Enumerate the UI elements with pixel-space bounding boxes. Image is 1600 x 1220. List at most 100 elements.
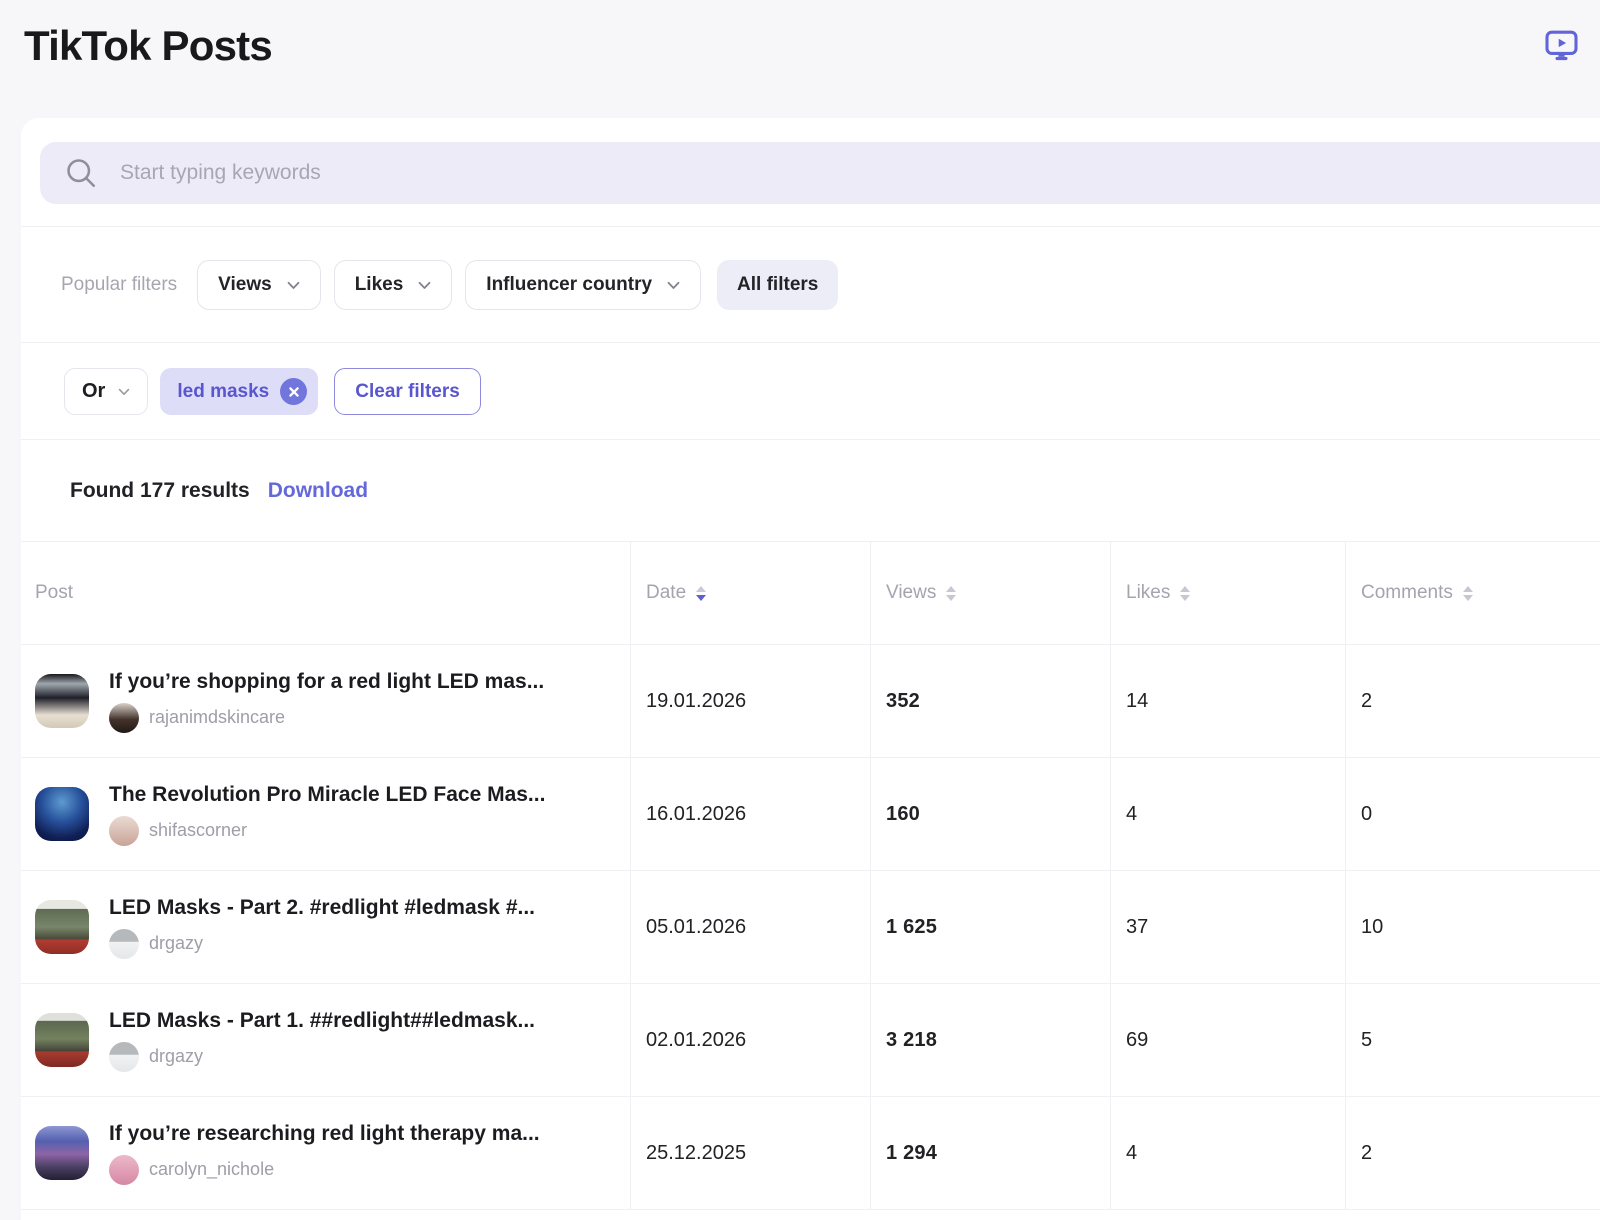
post-cell: The Revolution Pro Miracle LED Face Mas.… <box>21 758 630 870</box>
sort-icon[interactable] <box>696 586 706 601</box>
sort-icon[interactable] <box>1463 586 1473 601</box>
likes-cell: 4 <box>1110 1097 1345 1209</box>
post-info: LED Masks - Part 2. #redlight #ledmask #… <box>109 896 535 959</box>
date-cell: 16.01.2026 <box>630 758 870 870</box>
post-title[interactable]: If you’re shopping for a red light LED m… <box>109 670 544 694</box>
post-info: If you’re shopping for a red light LED m… <box>109 670 544 733</box>
post-title[interactable]: The Revolution Pro Miracle LED Face Mas.… <box>109 783 545 807</box>
avatar <box>109 1042 139 1072</box>
post-author[interactable]: drgazy <box>109 1042 535 1072</box>
search-icon <box>64 156 98 190</box>
comments-cell: 2 <box>1345 1097 1600 1209</box>
avatar <box>109 703 139 733</box>
keyword-chip[interactable]: led masks <box>160 368 318 415</box>
post-title[interactable]: LED Masks - Part 1. ##redlight##ledmask.… <box>109 1009 535 1033</box>
date-cell: 25.12.2025 <box>630 1097 870 1209</box>
username: drgazy <box>149 933 203 954</box>
operator-label: Or <box>82 380 105 403</box>
clear-filters-button[interactable]: Clear filters <box>334 368 481 415</box>
comments-cell: 2 <box>1345 645 1600 757</box>
date-cell: 02.01.2026 <box>630 984 870 1096</box>
post-cell: LED Masks - Part 2. #redlight #ledmask #… <box>21 871 630 983</box>
table-row: If you’re shopping for a red light LED m… <box>21 645 1600 758</box>
views-cell: 352 <box>870 645 1110 757</box>
username: rajanimdskincare <box>149 707 285 728</box>
results-row: Found 177 results Download <box>21 440 1600 541</box>
table-header: Post Date Views Likes Comments <box>21 542 1600 645</box>
date-cell: 05.01.2026 <box>630 871 870 983</box>
likes-filter-dropdown[interactable]: Likes <box>334 260 453 310</box>
post-thumbnail[interactable] <box>35 1126 89 1180</box>
chevron-down-icon <box>118 388 130 396</box>
post-title[interactable]: LED Masks - Part 2. #redlight #ledmask #… <box>109 896 535 920</box>
influencer-country-filter-label: Influencer country <box>486 274 652 296</box>
x-icon <box>288 386 300 398</box>
views-cell: 1 625 <box>870 871 1110 983</box>
post-info: LED Masks - Part 1. ##redlight##ledmask.… <box>109 1009 535 1072</box>
comments-cell: 5 <box>1345 984 1600 1096</box>
page-title: TikTok Posts <box>24 22 272 70</box>
table-row: LED Masks - Part 2. #redlight #ledmask #… <box>21 871 1600 984</box>
post-thumbnail[interactable] <box>35 900 89 954</box>
keyword-chip-label: led masks <box>177 381 269 403</box>
likes-filter-label: Likes <box>355 274 404 296</box>
post-author[interactable]: rajanimdskincare <box>109 703 544 733</box>
remove-keyword-icon[interactable] <box>280 378 307 405</box>
username: drgazy <box>149 1046 203 1067</box>
all-filters-button[interactable]: All filters <box>717 260 838 310</box>
chevron-down-icon <box>667 281 680 290</box>
post-author[interactable]: shifascorner <box>109 816 545 846</box>
avatar <box>109 816 139 846</box>
views-cell: 1 294 <box>870 1097 1110 1209</box>
post-info: If you’re researching red light therapy … <box>109 1122 540 1185</box>
chevron-down-icon <box>287 281 300 290</box>
username: shifascorner <box>149 820 247 841</box>
content-card: Popular filters Views Likes Influencer c… <box>21 118 1600 1220</box>
post-cell: If you’re researching red light therapy … <box>21 1097 630 1209</box>
username: carolyn_nichole <box>149 1159 274 1180</box>
date-cell: 19.01.2026 <box>630 645 870 757</box>
column-header-comments[interactable]: Comments <box>1345 542 1600 644</box>
sort-icon[interactable] <box>946 586 956 601</box>
post-cell: If you’re shopping for a red light LED m… <box>21 645 630 757</box>
search-input[interactable] <box>120 142 1600 204</box>
popular-filters-label: Popular filters <box>61 274 177 296</box>
operator-dropdown[interactable]: Or <box>64 368 148 415</box>
table-row: The Revolution Pro Miracle LED Face Mas.… <box>21 758 1600 871</box>
keyword-search-bar[interactable] <box>40 142 1600 204</box>
table-row: If you’re researching red light therapy … <box>21 1097 1600 1210</box>
post-thumbnail[interactable] <box>35 787 89 841</box>
chevron-down-icon <box>418 281 431 290</box>
post-thumbnail[interactable] <box>35 674 89 728</box>
avatar <box>109 929 139 959</box>
monitor-play-icon <box>1543 26 1580 63</box>
likes-cell: 4 <box>1110 758 1345 870</box>
post-author[interactable]: carolyn_nichole <box>109 1155 540 1185</box>
post-thumbnail[interactable] <box>35 1013 89 1067</box>
views-filter-dropdown[interactable]: Views <box>197 260 321 310</box>
popular-filters-row: Popular filters Views Likes Influencer c… <box>21 227 1600 342</box>
column-header-post: Post <box>21 542 630 644</box>
post-cell: LED Masks - Part 1. ##redlight##ledmask.… <box>21 984 630 1096</box>
download-link[interactable]: Download <box>268 479 368 503</box>
post-author[interactable]: drgazy <box>109 929 535 959</box>
posts-table: Post Date Views Likes Comments <box>21 541 1600 1210</box>
influencer-country-filter-dropdown[interactable]: Influencer country <box>465 260 701 310</box>
likes-cell: 14 <box>1110 645 1345 757</box>
post-info: The Revolution Pro Miracle LED Face Mas.… <box>109 783 545 846</box>
sort-icon[interactable] <box>1180 586 1190 601</box>
comments-cell: 0 <box>1345 758 1600 870</box>
table-row: LED Masks - Part 1. ##redlight##ledmask.… <box>21 984 1600 1097</box>
column-header-likes[interactable]: Likes <box>1110 542 1345 644</box>
views-cell: 3 218 <box>870 984 1110 1096</box>
views-cell: 160 <box>870 758 1110 870</box>
likes-cell: 69 <box>1110 984 1345 1096</box>
views-filter-label: Views <box>218 274 272 296</box>
results-count: Found 177 results <box>70 479 250 503</box>
active-filters-row: Or led masks Clear filters <box>21 343 1600 439</box>
post-title[interactable]: If you’re researching red light therapy … <box>109 1122 540 1146</box>
column-header-views[interactable]: Views <box>870 542 1110 644</box>
topbar: TikTok Posts <box>0 0 1600 118</box>
column-header-date[interactable]: Date <box>630 542 870 644</box>
video-tutorial-button[interactable] <box>1543 26 1580 63</box>
